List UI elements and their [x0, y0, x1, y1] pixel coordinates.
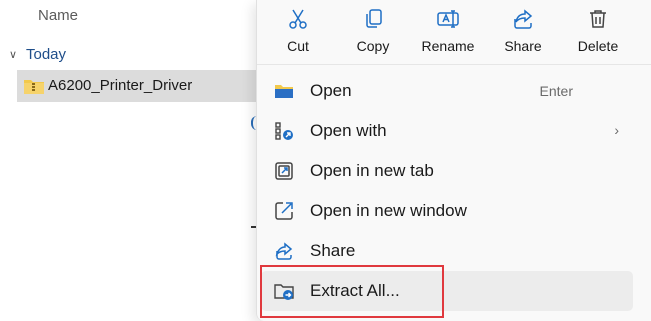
zip-folder-icon — [23, 77, 45, 95]
delete-label: Delete — [577, 38, 619, 54]
menu-item-label: Open in new tab — [310, 161, 434, 180]
copy-icon — [366, 9, 382, 28]
rename-button[interactable]: Rename — [413, 4, 483, 62]
menu-item-open-new-tab[interactable]: Open in new tab — [261, 151, 633, 191]
context-toolbar: Cut Copy Rename Share Delete — [257, 0, 651, 64]
share-icon — [514, 9, 533, 29]
menu-item-open[interactable]: Open Enter — [261, 71, 633, 111]
menu-item-open-with[interactable]: Open with › — [261, 111, 633, 151]
group-today[interactable]: ∨ Today — [6, 43, 66, 65]
open-with-icon — [274, 121, 294, 141]
menu-item-label: Share — [310, 241, 356, 260]
share-icon — [274, 241, 294, 261]
annotation-highlight-box — [260, 265, 444, 318]
delete-button[interactable]: Delete — [563, 4, 633, 62]
menu-item-open-new-window[interactable]: Open in new window — [261, 191, 633, 231]
cut-button[interactable]: Cut — [263, 4, 333, 62]
folder-open-icon — [274, 81, 294, 101]
name-column-header[interactable]: Name — [38, 7, 78, 24]
accelerator-text: Enter — [539, 83, 573, 99]
new-window-icon — [274, 201, 294, 221]
copy-label: Copy — [356, 38, 390, 54]
rename-label: Rename — [421, 38, 475, 54]
menu-divider — [257, 64, 651, 65]
group-label: Today — [26, 45, 67, 63]
share-label: Share — [504, 38, 542, 54]
chevron-right-icon: › — [614, 122, 619, 138]
new-tab-icon — [274, 161, 294, 181]
share-button[interactable]: Share — [488, 4, 558, 62]
trash-icon — [590, 10, 606, 28]
rename-icon — [437, 10, 459, 28]
file-name: A6200_Printer_Driver — [48, 77, 193, 94]
cut-label: Cut — [287, 38, 309, 54]
menu-item-label: Open with — [310, 121, 387, 140]
copy-button[interactable]: Copy — [338, 4, 408, 62]
menu-item-label: Open — [310, 81, 352, 100]
chevron-down-icon[interactable]: ∨ — [6, 48, 20, 61]
scissors-icon — [289, 9, 307, 29]
menu-item-label: Open in new window — [310, 201, 467, 220]
